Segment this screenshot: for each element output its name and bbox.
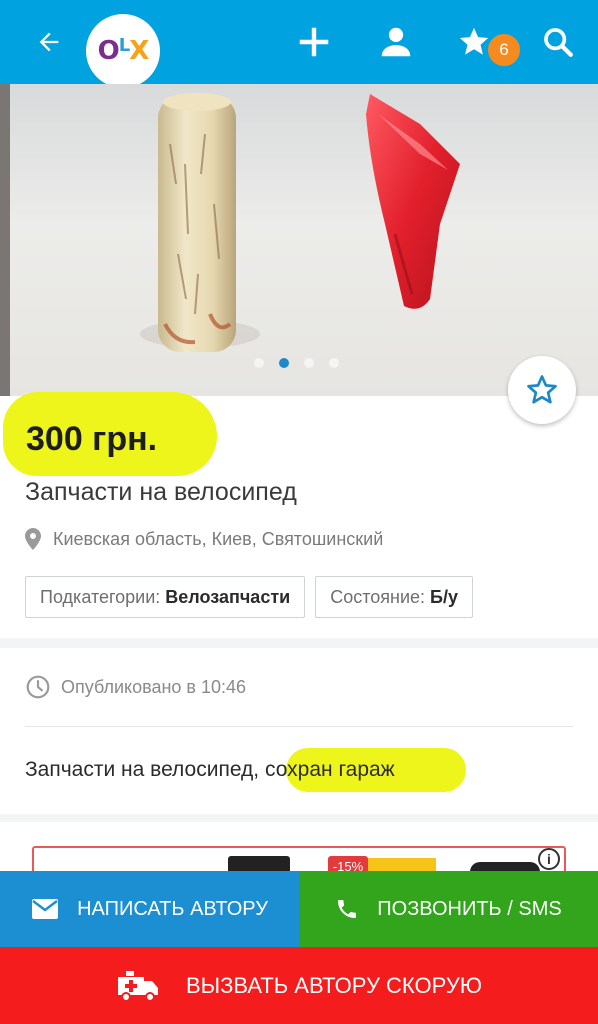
top-app-bar: 6 OLX [0, 0, 598, 88]
user-icon[interactable] [374, 20, 418, 64]
description: Запчасти на велосипед, сохран гараж [25, 758, 395, 782]
pagination-dot[interactable] [329, 358, 339, 368]
back-arrow-icon[interactable] [27, 20, 71, 64]
ad-info-icon[interactable]: i [538, 848, 560, 870]
chip-condition[interactable]: Состояние: Б/у [315, 576, 473, 618]
plus-icon[interactable] [292, 20, 336, 64]
clock-icon [26, 675, 50, 699]
pagination-dot[interactable] [304, 358, 314, 368]
envelope-icon [32, 899, 59, 919]
ambulance-icon [117, 970, 158, 1002]
location-text: Киевская область, Киев, Святошинский [53, 528, 384, 549]
pagination-dot-active[interactable] [279, 358, 289, 368]
product-photo [140, 93, 460, 352]
call-sms-label: ПОЗВОНИТЬ / SMS [377, 897, 562, 920]
chip-label: Состояние: [330, 586, 426, 607]
search-icon[interactable] [536, 20, 580, 64]
write-author-button[interactable]: НАПИСАТЬ АВТОРУ [0, 871, 299, 947]
ad-product-image [228, 856, 290, 872]
chip-value: Б/у [430, 586, 458, 607]
chip-label: Подкатегории: [40, 586, 161, 607]
call-ambulance-button[interactable]: ВЫЗВАТЬ АВТОРУ СКОРУЮ [0, 947, 598, 1024]
gallery-pagination [254, 358, 339, 368]
price: 300 грн. [26, 420, 158, 458]
phone-icon [338, 900, 357, 918]
photo-gallery[interactable] [0, 84, 598, 396]
description-text: Запчасти на велосипед, [25, 758, 265, 781]
location-pin-icon [25, 528, 41, 550]
call-ambulance-label: ВЫЗВАТЬ АВТОРУ СКОРУЮ [185, 972, 482, 998]
ad-product-image [360, 858, 436, 872]
description-highlighted-text: сохран гараж [264, 758, 395, 781]
chip-subcategory[interactable]: Подкатегории: Велозапчасти [25, 576, 306, 618]
add-to-favorites-button[interactable] [508, 356, 576, 424]
star-outline-icon [527, 375, 557, 404]
published-time: Опубликовано в 10:46 [61, 676, 247, 697]
olx-logo[interactable]: OLX [86, 14, 160, 88]
listing-screen: 6 OLX 300 грн. Запчасти на велосипед Кие… [0, 0, 598, 1024]
listing-title: Запчасти на велосипед [25, 478, 297, 506]
divider [25, 726, 573, 727]
chip-value: Велозапчасти [165, 586, 291, 607]
pagination-dot[interactable] [254, 358, 264, 368]
published-row: Опубликовано в 10:46 [25, 674, 246, 700]
location-row[interactable]: Киевская область, Киев, Святошинский [25, 528, 383, 550]
call-sms-button[interactable]: ПОЗВОНИТЬ / SMS [299, 871, 598, 947]
favorites-count-badge: 6 [486, 32, 522, 68]
attribute-chips: Подкатегории: Велозапчасти Состояние: Б/… [25, 576, 473, 618]
write-author-label: НАПИСАТЬ АВТОРУ [77, 897, 268, 920]
